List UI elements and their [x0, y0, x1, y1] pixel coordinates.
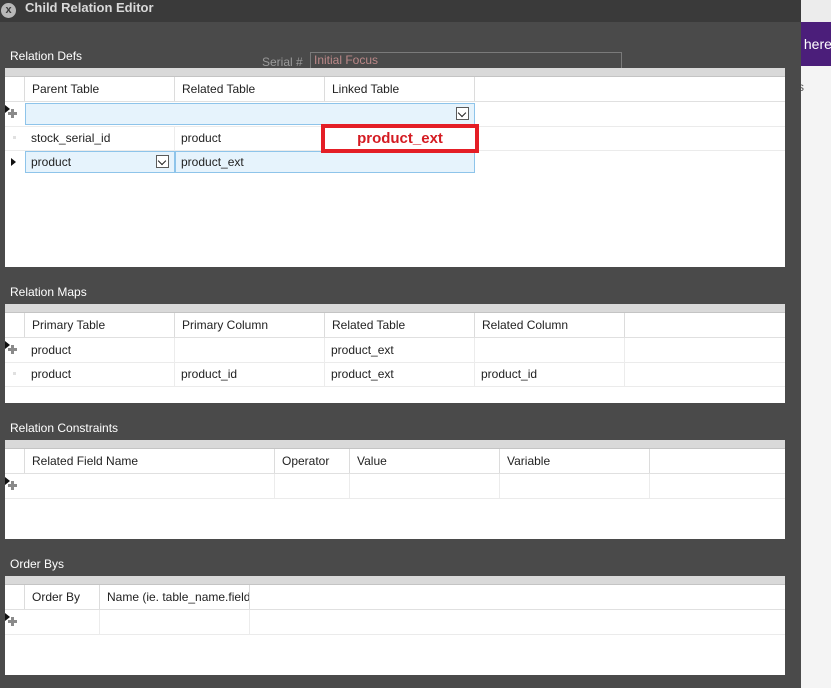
chevron-down-icon[interactable] — [156, 155, 169, 168]
cell-name[interactable] — [100, 610, 250, 634]
background-serial-label: Serial # — [262, 55, 303, 69]
background-banner-text: here — [803, 36, 831, 52]
cell-primary-table[interactable]: product — [25, 338, 175, 362]
header-gutter — [5, 77, 25, 101]
chevron-down-icon[interactable] — [456, 107, 469, 120]
col-related-column[interactable]: Related Column — [475, 313, 625, 337]
relation-constraints-label: Relation Constraints — [10, 421, 119, 435]
child-relation-editor-window: x Child Relation Editor Relation Defs Se… — [0, 0, 801, 688]
cell-related-table[interactable]: product_ext — [325, 362, 475, 386]
cell-parent-table[interactable]: product — [25, 150, 175, 174]
col-primary-table[interactable]: Primary Table — [25, 313, 175, 337]
window-title: Child Relation Editor — [25, 0, 154, 15]
add-row-icon[interactable] — [7, 616, 18, 627]
col-related-field-name[interactable]: Related Field Name — [25, 449, 275, 473]
cell-related-field-name[interactable] — [25, 474, 275, 498]
relation-maps-grid: Primary Table Primary Column Related Tab… — [5, 304, 785, 403]
cell-related-table[interactable]: product_ext — [175, 150, 325, 174]
relation-defs-grid: Parent Table Related Table Linked Table … — [5, 68, 785, 267]
col-name[interactable]: Name (ie. table_name.field — [100, 585, 250, 609]
cell-primary-column[interactable] — [175, 338, 325, 362]
window-content: Relation Defs Serial # Initial Focus Par… — [0, 22, 801, 688]
table-row[interactable]: product product_id product_ext product_i… — [5, 362, 785, 387]
table-row[interactable]: product product_ext — [5, 150, 785, 174]
relation-maps-header: Primary Table Primary Column Related Tab… — [5, 313, 785, 338]
relation-maps-label: Relation Maps — [10, 285, 87, 299]
col-related-table[interactable]: Related Table — [325, 313, 475, 337]
col-operator[interactable]: Operator — [275, 449, 350, 473]
relation-constraints-grid: Related Field Name Operator Value Variab… — [5, 440, 785, 539]
col-parent-table[interactable]: Parent Table — [25, 77, 175, 101]
col-order-by[interactable]: Order By — [25, 585, 100, 609]
cell-related-column[interactable] — [475, 338, 625, 362]
row-indicator — [13, 372, 16, 375]
order-bys-grid: Order By Name (ie. table_name.field — [5, 576, 785, 675]
col-value[interactable]: Value — [350, 449, 500, 473]
window-titlebar: x Child Relation Editor — [0, 0, 801, 22]
cell-primary-column[interactable]: product_id — [175, 362, 325, 386]
order-bys-new-row[interactable] — [5, 610, 785, 635]
background-banner: here — [800, 22, 831, 66]
background-initial-focus-text: Initial Focus — [314, 53, 379, 67]
new-row-editor[interactable] — [25, 103, 475, 125]
cell-linked-table[interactable] — [325, 150, 475, 174]
relation-constraints-new-row[interactable] — [5, 474, 785, 499]
cell-value[interactable] — [350, 474, 500, 498]
order-bys-grid-bar — [5, 576, 785, 585]
relation-defs-label: Relation Defs — [10, 49, 83, 63]
cell-operator[interactable] — [275, 474, 350, 498]
close-icon[interactable]: x — [1, 3, 16, 18]
cell-related-table[interactable]: product_ext — [325, 338, 475, 362]
cell-primary-table[interactable]: product — [25, 362, 175, 386]
header-gutter — [5, 585, 25, 609]
header-gutter — [5, 313, 25, 337]
col-linked-table[interactable]: Linked Table — [325, 77, 475, 101]
current-row-icon — [11, 158, 16, 166]
add-row-icon[interactable] — [7, 344, 18, 355]
background-panel — [800, 66, 831, 688]
cell-parent-table[interactable]: stock_serial_id — [25, 126, 175, 150]
col-primary-column[interactable]: Primary Column — [175, 313, 325, 337]
order-bys-label: Order Bys — [10, 557, 65, 571]
relation-constraints-header: Related Field Name Operator Value Variab… — [5, 449, 785, 474]
table-row[interactable]: product product_ext — [5, 338, 785, 363]
background-initial-focus: Initial Focus — [310, 52, 622, 69]
cell-order-by[interactable] — [25, 610, 100, 634]
cell-related-table[interactable]: product — [175, 126, 325, 150]
col-variable[interactable]: Variable — [500, 449, 650, 473]
relation-defs-header: Parent Table Related Table Linked Table — [5, 77, 785, 102]
cell-variable[interactable] — [500, 474, 650, 498]
linked-table-annotation: product_ext — [321, 124, 479, 153]
relation-maps-grid-bar — [5, 304, 785, 313]
relation-constraints-grid-bar — [5, 440, 785, 449]
header-gutter — [5, 449, 25, 473]
order-bys-header: Order By Name (ie. table_name.field — [5, 585, 785, 610]
add-row-icon[interactable] — [7, 108, 18, 119]
relation-defs-grid-bar — [5, 68, 785, 77]
add-row-icon[interactable] — [7, 480, 18, 491]
col-related-table[interactable]: Related Table — [175, 77, 325, 101]
row-indicator — [13, 136, 16, 139]
cell-related-column[interactable]: product_id — [475, 362, 625, 386]
